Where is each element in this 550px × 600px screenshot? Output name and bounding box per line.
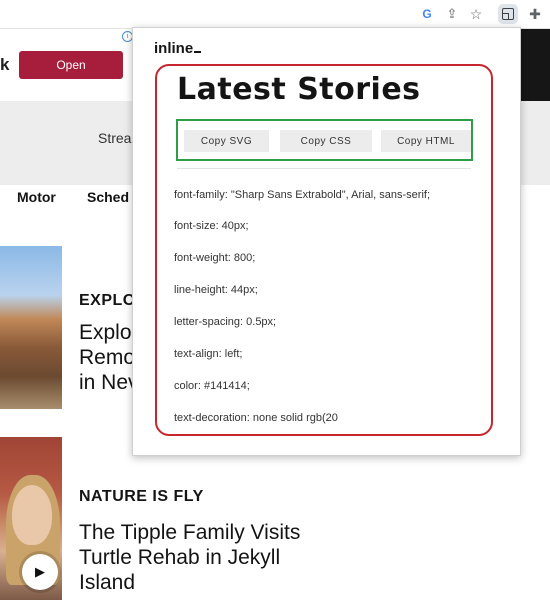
google-icon[interactable]: G: [418, 5, 436, 23]
story-kicker: EXPLO: [79, 292, 136, 309]
story-thumbnail[interactable]: ▶: [0, 437, 62, 600]
puzzle-icon[interactable]: ✚: [526, 5, 544, 23]
css-property: text-align: left;: [174, 348, 243, 360]
css-property: font-size: 40px;: [174, 220, 249, 232]
inline-logo: inline: [154, 40, 202, 57]
copy-buttons-highlight: Copy SVG Copy CSS Copy HTML: [176, 119, 473, 161]
css-property: text-decoration: none solid rgb(20: [174, 412, 338, 424]
copy-svg-button[interactable]: Copy SVG: [184, 130, 269, 152]
logo-text: inline: [154, 40, 194, 57]
thumbnail-face: [12, 485, 52, 545]
css-property: letter-spacing: 0.5px;: [174, 316, 277, 328]
copy-css-button[interactable]: Copy CSS: [280, 130, 372, 152]
extension-active-icon[interactable]: [498, 4, 518, 24]
browser-toolbar: G ⇪ ☆ ✚: [0, 0, 550, 29]
css-property: font-family: "Sharp Sans Extrabold", Ari…: [174, 189, 431, 201]
story-headline[interactable]: The Tipple Family Visits Turtle Rehab in…: [79, 520, 339, 595]
story-kicker: NATURE IS FLY: [79, 488, 204, 505]
ad-text: k: [0, 55, 10, 74]
logo-cursor-icon: [194, 51, 202, 53]
nav-item-motor[interactable]: Motor: [17, 189, 56, 205]
stream-link[interactable]: Strea: [98, 130, 131, 146]
css-property: color: #141414;: [174, 380, 250, 392]
ad-open-button[interactable]: Open: [19, 51, 123, 79]
headline-line: Turtle Rehab in Jekyll: [79, 546, 281, 569]
css-property: font-weight: 800;: [174, 252, 256, 264]
share-icon[interactable]: ⇪: [443, 5, 461, 23]
story-card[interactable]: ▶ NATURE IS FLY The Tipple Family Visits…: [0, 437, 550, 600]
divider: [177, 168, 471, 169]
css-property: line-height: 44px;: [174, 284, 258, 296]
inline-extension-popup: inline Latest Stories Copy SVG Copy CSS …: [132, 27, 521, 456]
copy-html-button[interactable]: Copy HTML: [381, 130, 471, 152]
headline-line: The Tipple Family Visits: [79, 521, 301, 544]
ad-banner: k Open i: [0, 29, 135, 101]
nav-item-schedule[interactable]: Sched: [87, 189, 129, 205]
preview-highlight-frame: Latest Stories Copy SVG Copy CSS Copy HT…: [155, 64, 493, 436]
preview-title: Latest Stories: [177, 72, 421, 107]
story-thumbnail[interactable]: [0, 246, 62, 409]
play-icon[interactable]: ▶: [22, 554, 58, 590]
css-properties-list[interactable]: font-family: "Sharp Sans Extrabold", Ari…: [174, 187, 474, 434]
headline-line: Island: [79, 571, 136, 594]
star-icon[interactable]: ☆: [467, 5, 485, 23]
page-header-dark: [519, 29, 550, 101]
